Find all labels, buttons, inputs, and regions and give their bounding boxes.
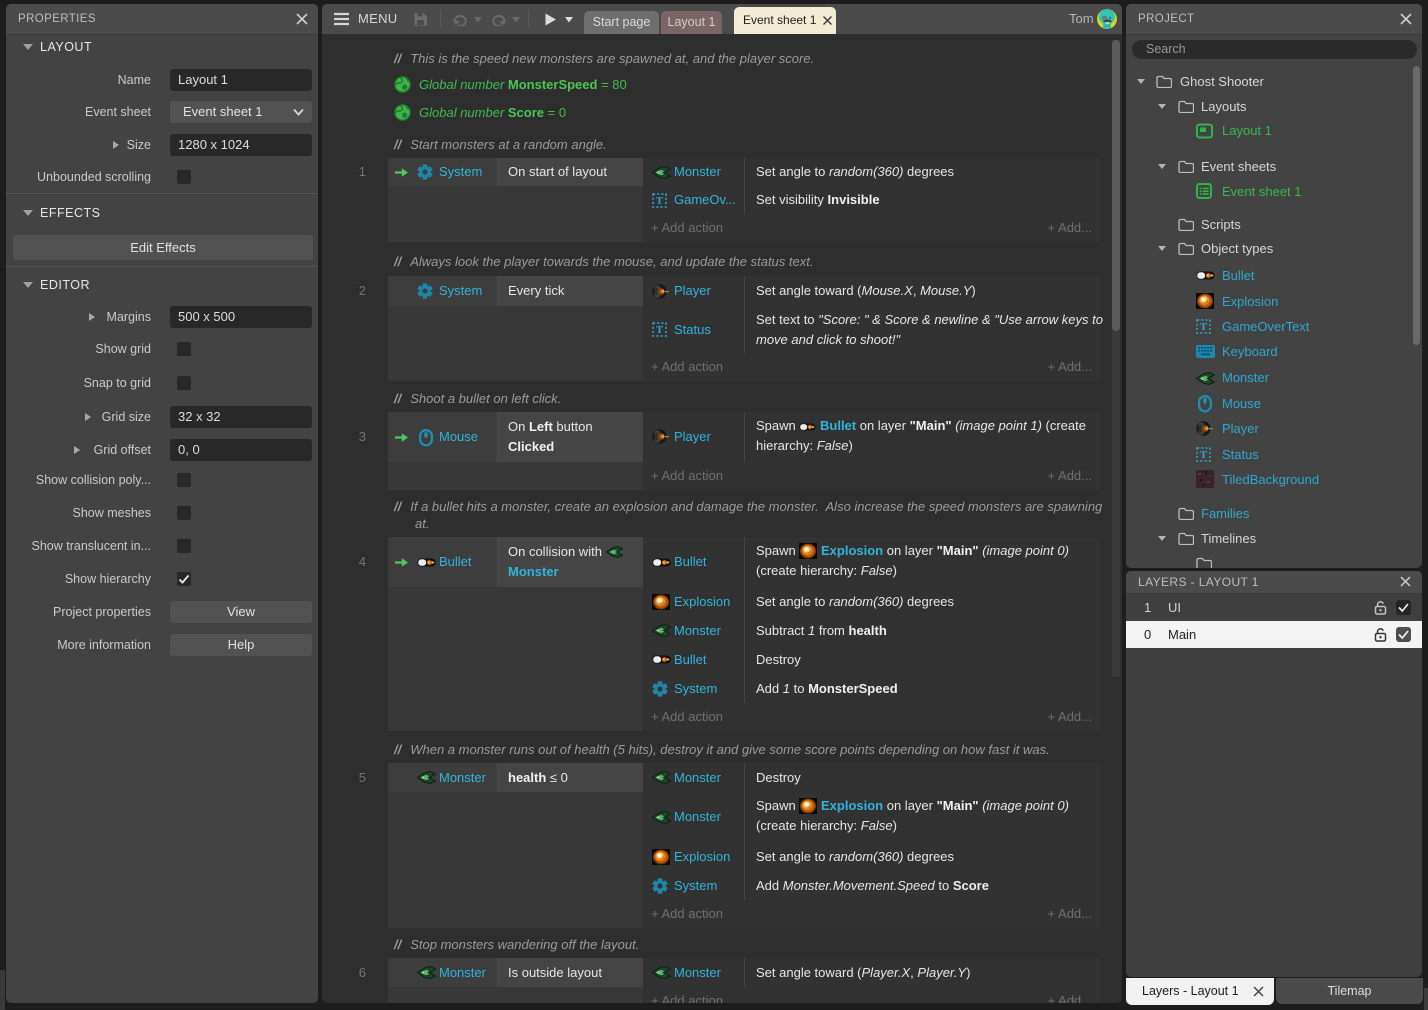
svg-text:T: T — [1200, 322, 1207, 333]
svg-text:T: T — [1200, 450, 1207, 461]
svg-text:T: T — [656, 196, 663, 207]
svg-text:T: T — [656, 325, 663, 336]
